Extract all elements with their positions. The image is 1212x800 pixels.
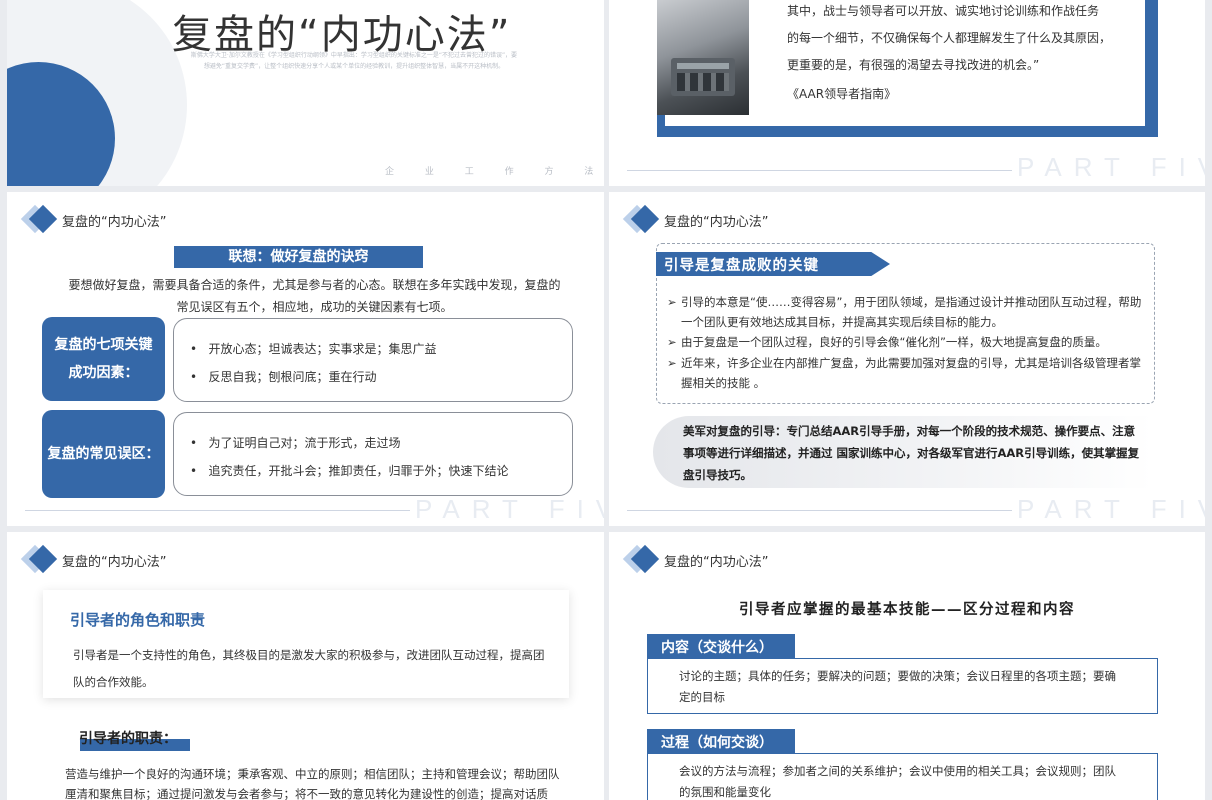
item-text: 反思自我；刨根问底；重在行动	[208, 370, 377, 384]
banner: 引导是复盘成败的关键	[656, 252, 890, 276]
pitfalls-tile: 复盘的常见误区：	[42, 410, 165, 498]
success-factors-box	[173, 318, 573, 402]
item-text: 开放心态；坦诚表达；实事求是；集思广益	[208, 342, 437, 356]
note-text: 美军对复盘的引导：专门总结AAR引导手册，对每一个阶段的技术规范、操作要点、注意…	[683, 424, 1140, 482]
slide-title: 引导者应掌握的最基本技能——区分过程和内容	[739, 602, 1075, 618]
slide-guidance: 复盘的“内功心法” 引导是复盘成败的关键 ➢ 引导的本意是“使……变得容易”，用…	[609, 192, 1205, 526]
success-factors-tile: 复盘的七项关键成功因素：	[42, 317, 165, 401]
item-text: 追究责任，开批斗会；推卸责任，归罪于外；快速下结论	[208, 464, 509, 478]
quote-line-3: 更重要的是，有很强的渴望去寻找改进的机会。”	[787, 58, 1040, 72]
content-text: 讨论的主题；具体的任务；要解决的问题；要做的决策；会议日程里的各项主题；要确定的…	[679, 669, 1116, 704]
banner: 联想：做好复盘的诀窍	[174, 246, 423, 268]
guidance-item-2: ➢ 由于复盘是一个团队过程，良好的引导会像“催化剂”一样，极大地提高复盘的质量。	[667, 332, 1151, 352]
slide-quote: 其中，战士与领导者可以开放、诚实地讨论训练和作战任务 的每一个细节，不仅确保每个…	[609, 0, 1205, 186]
slide-facilitator-role: 复盘的“内功心法” 引导者的角色和职责 引导者是一个支持性的角色，其终极目的是激…	[7, 532, 604, 800]
slide-header: 复盘的“内功心法”	[62, 555, 167, 570]
process-text: 会议的方法与流程；参加者之间的关系维护；会议中使用的相关工具；会议规则；团队的氛…	[679, 764, 1116, 799]
role-card-title: 引导者的角色和职责	[70, 611, 206, 629]
slide-process-content: 复盘的“内功心法” 引导者应掌握的最基本技能——区分过程和内容 内容（交谈什么）…	[609, 532, 1205, 800]
quote-line-1: 其中，战士与领导者可以开放、诚实地讨论训练和作战任务	[787, 4, 1100, 18]
footer-text: 企 业 工 作 方 法 培 训	[385, 167, 604, 177]
slide-header: 复盘的“内功心法”	[664, 555, 769, 570]
arrow-bullet-icon: ➢	[667, 356, 677, 370]
quote-source: 《AAR领导者指南》	[787, 87, 897, 101]
calculator-photo	[657, 0, 749, 115]
guidance-item-1: ➢ 引导的本意是“使……变得容易”，用于团队领域，是指通过设计并推动团队互动过程…	[667, 292, 1151, 332]
slide-paragraph: 斯佛大学大卫·加尔文教授在《学习型组织行动纲领》中早指出：学习型组织的关键标准之…	[190, 52, 518, 70]
item-text: 近年来，许多企业在内部推广复盘，为此需要加强对复盘的引导，尤其是培训各级管理者掌…	[681, 356, 1141, 390]
duty-text: 营造与维护一个良好的沟通环境；秉承客观、中立的原则；相信团队；主持和管理会议；帮…	[65, 767, 560, 800]
pitfall-item-2: • 追究责任，开批斗会；推卸责任，归罪于外；快速下结论	[190, 464, 509, 478]
process-label: 过程（如何交谈）	[647, 729, 795, 754]
slide-cover-part: 复盘的“内功心法” 斯佛大学大卫·加尔文教授在《学习型组织行动纲领》中早指出：学…	[7, 0, 604, 186]
success-item-1: • 开放心态；坦诚表达；实事求是；集思广益	[190, 342, 437, 356]
item-text: 引导的本意是“使……变得容易”，用于团队领域，是指通过设计并推动团队互动过程，帮…	[681, 295, 1142, 329]
content-label: 内容（交谈什么）	[647, 634, 795, 659]
watermark: PART FIVE	[1017, 152, 1205, 182]
footer-line	[627, 510, 1012, 511]
item-text: 为了证明自己对；流于形式，走过场	[208, 436, 401, 450]
footer-line	[25, 510, 410, 511]
quote-line-2: 的每一个细节，不仅确保每个人都理解发生了什么及其原因，	[787, 31, 1112, 45]
guidance-item-3: ➢ 近年来，许多企业在内部推广复盘，为此需要加强对复盘的引导，尤其是培训各级管理…	[667, 353, 1151, 393]
arrow-bullet-icon: ➢	[667, 295, 677, 309]
success-item-2: • 反思自我；刨根问底；重在行动	[190, 370, 377, 384]
pitfalls-box	[173, 412, 573, 496]
slide-header: 复盘的“内功心法”	[62, 215, 167, 230]
item-text: 由于复盘是一个团队过程，良好的引导会像“催化剂”一样，极大地提高复盘的质量。	[681, 335, 1107, 349]
pitfall-item-1: • 为了证明自己对；流于形式，走过场	[190, 436, 401, 450]
footer-line	[627, 170, 1012, 171]
banner-text: 引导是复盘成败的关键	[664, 258, 819, 274]
intro-text: 要想做好复盘，需要具备合适的条件，尤其是参与者的心态。联想在多年实践中发现，复盘…	[68, 278, 561, 314]
role-card-text: 引导者是一个支持性的角色，其终极目的是激发大家的积极参与，改进团队互动过程，提高…	[73, 648, 545, 689]
arrow-bullet-icon: ➢	[667, 335, 677, 349]
duty-title: 引导者的职责：	[79, 731, 177, 747]
watermark: PART FIVE	[415, 494, 604, 524]
slide-header: 复盘的“内功心法”	[664, 215, 769, 230]
watermark: PART FIVE	[1017, 494, 1205, 524]
slide-lenovo: 复盘的“内功心法” 联想：做好复盘的诀窍 要想做好复盘，需要具备合适的条件，尤其…	[7, 192, 604, 526]
